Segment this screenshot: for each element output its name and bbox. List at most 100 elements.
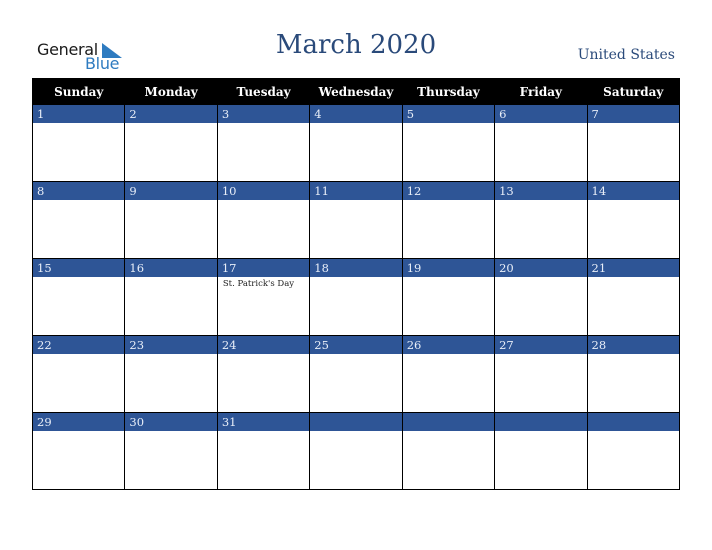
day-cell[interactable]: 20 [494,258,588,336]
holiday-event [403,123,494,125]
day-number: 21 [587,259,679,277]
day-cell[interactable]: 31 [216,412,311,490]
day-cell[interactable] [309,412,403,490]
day-cell[interactable] [494,412,588,490]
day-number [495,413,587,431]
day-cell[interactable]: 11 [309,181,403,259]
holiday-event [310,277,401,279]
day-number: 10 [217,182,310,200]
day-cell[interactable]: 24 [216,335,311,413]
holiday-event [33,277,124,279]
day-number: 30 [125,413,217,431]
holiday-event [403,431,494,433]
week-row: 22 23 24 25 26 27 28 [31,335,681,413]
holiday-event [588,431,679,433]
holiday-event [588,123,679,125]
holiday-event [218,431,309,433]
weekday-header: Wednesday [309,78,403,105]
holiday-event [310,354,401,356]
day-cell[interactable]: 27 [494,335,588,413]
holiday-event [495,431,586,433]
day-number: 4 [310,105,402,123]
holiday-event [495,277,586,279]
holiday-event [33,200,124,202]
day-number: 25 [310,336,402,354]
week-row: 29 30 31 [31,412,681,490]
day-number: 19 [402,259,495,277]
day-cell[interactable]: 12 [401,181,496,259]
holiday-event [218,200,309,202]
holiday-event [218,123,309,125]
day-cell[interactable]: 2 [124,104,218,182]
day-cell[interactable]: 28 [586,335,681,413]
holiday-event [495,200,586,202]
week-row: 8 9 10 11 12 13 14 [31,181,681,259]
holiday-event [125,123,216,125]
day-cell[interactable]: 19 [401,258,496,336]
country-label: United States [577,47,675,63]
day-number: 15 [33,259,125,277]
day-number: 24 [217,336,310,354]
holiday-event [310,431,401,433]
holiday-event [403,200,494,202]
day-number: 18 [310,259,402,277]
day-cell[interactable]: 10 [216,181,311,259]
day-number: 3 [217,105,310,123]
day-cell[interactable]: 29 [31,412,126,490]
day-number: 1 [33,105,125,123]
day-cell[interactable]: 6 [494,104,588,182]
weekday-header: Saturday [586,78,681,105]
day-number: 29 [33,413,125,431]
day-number: 2 [125,105,217,123]
weekday-header: Monday [124,78,218,105]
weekday-header-row: Sunday Monday Tuesday Wednesday Thursday… [31,78,681,105]
day-number: 23 [125,336,217,354]
day-number: 16 [125,259,217,277]
holiday-event [588,200,679,202]
holiday-event [403,354,494,356]
holiday-event [588,354,679,356]
week-row: 15 16 17 St. Patrick's Day 18 19 20 21 [31,258,681,336]
day-cell[interactable] [586,412,681,490]
day-cell[interactable]: 4 [309,104,403,182]
holiday-event [588,277,679,279]
day-cell[interactable]: 14 [586,181,681,259]
day-number: 13 [495,182,587,200]
day-cell[interactable]: 23 [124,335,218,413]
holiday-event [495,123,586,125]
day-number: 6 [495,105,587,123]
day-cell[interactable]: 25 [309,335,403,413]
holiday-event: St. Patrick's Day [222,279,295,289]
holiday-event [33,354,124,356]
day-cell[interactable]: 5 [401,104,496,182]
day-number [402,413,495,431]
day-cell[interactable]: 13 [494,181,588,259]
holiday-event [310,123,401,125]
weekday-header: Sunday [31,78,126,105]
day-cell[interactable]: 30 [124,412,218,490]
holiday-event [403,277,494,279]
day-cell[interactable]: 22 [31,335,126,413]
day-cell[interactable]: 8 [31,181,126,259]
day-cell[interactable]: 18 [309,258,403,336]
day-cell[interactable]: 21 [586,258,681,336]
day-cell[interactable]: 17 St. Patrick's Day [216,258,311,336]
day-number: 11 [310,182,402,200]
day-cell[interactable]: 7 [586,104,681,182]
day-cell[interactable] [401,412,496,490]
day-number: 22 [33,336,125,354]
holiday-event [495,354,586,356]
holiday-event [125,431,216,433]
day-cell[interactable]: 16 [124,258,218,336]
day-cell[interactable]: 15 [31,258,126,336]
day-cell[interactable]: 1 [31,104,126,182]
day-cell[interactable]: 3 [216,104,311,182]
day-number: 7 [587,105,679,123]
day-cell[interactable]: 26 [401,335,496,413]
weekday-header: Friday [494,78,588,105]
week-row: 1234567 [31,104,681,182]
holiday-event [125,277,216,279]
day-number: 28 [587,336,679,354]
day-number [310,413,402,431]
day-cell[interactable]: 9 [124,181,218,259]
